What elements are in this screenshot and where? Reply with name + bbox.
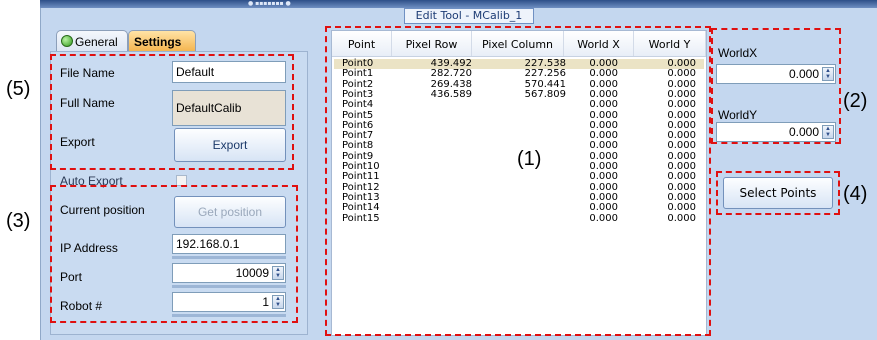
window-top-strip: ● ▪▪▪▪▪▪▪ ● bbox=[40, 0, 877, 8]
annotation-label-3: (3) bbox=[6, 210, 31, 232]
highlight-box-3 bbox=[50, 185, 298, 323]
tab-general[interactable]: General bbox=[56, 30, 128, 52]
tab-settings-label: Settings bbox=[134, 35, 182, 49]
highlight-box-2 bbox=[711, 28, 841, 144]
annotation-label-5: (5) bbox=[6, 78, 31, 100]
splitter-grip-icon[interactable]: ● ▪▪▪▪▪▪▪ ● bbox=[248, 1, 356, 7]
highlight-box-1 bbox=[325, 26, 711, 336]
tab-general-label: General bbox=[75, 35, 118, 49]
window-title: Edit Tool - MCalib_1 bbox=[404, 8, 534, 24]
annotation-label-4: (4) bbox=[843, 183, 868, 205]
annotation-label-1: (1) bbox=[517, 148, 542, 170]
highlight-box-4 bbox=[716, 171, 840, 215]
tab-settings[interactable]: Settings bbox=[128, 30, 196, 52]
green-status-dot-icon bbox=[61, 35, 73, 47]
annotation-label-2: (2) bbox=[843, 90, 868, 112]
highlight-box-5 bbox=[50, 54, 294, 170]
